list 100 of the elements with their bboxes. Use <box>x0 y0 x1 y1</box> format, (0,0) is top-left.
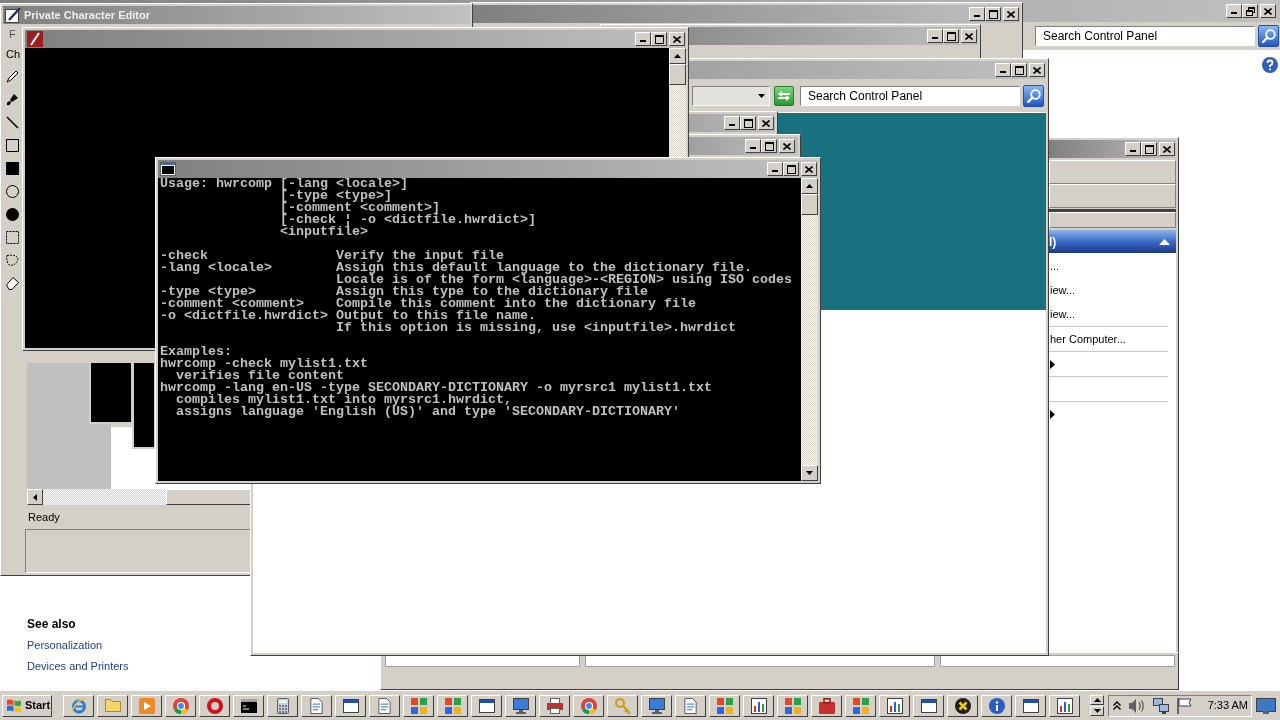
menu-item[interactable]: her Computer... <box>1049 327 1176 351</box>
scrollbar[interactable] <box>27 489 252 505</box>
scroll-up-button[interactable] <box>669 48 686 64</box>
taskbar-button[interactable] <box>845 694 876 717</box>
taskbar-button[interactable] <box>641 694 672 717</box>
taskbar-button[interactable] <box>335 694 366 717</box>
maximize-button[interactable] <box>1141 142 1157 156</box>
scroll-up-button[interactable] <box>801 178 818 194</box>
minimize-button[interactable] <box>767 162 783 176</box>
taskbar-button[interactable] <box>675 694 706 717</box>
panel-header[interactable]: l) <box>1049 230 1176 253</box>
search-field[interactable]: Search Control Panel <box>800 85 1020 106</box>
taskbar-button[interactable] <box>947 694 978 717</box>
close-button[interactable] <box>801 162 817 176</box>
taskbar-button[interactable] <box>879 694 910 717</box>
scroll-left-button[interactable] <box>27 489 43 505</box>
scroll-down-button[interactable] <box>1090 706 1104 716</box>
minimize-button[interactable] <box>635 32 651 46</box>
close-button[interactable] <box>1029 63 1045 77</box>
search-field[interactable]: Search Control Panel <box>1035 26 1255 46</box>
brush-icon[interactable] <box>6 93 19 106</box>
flag-icon[interactable] <box>1177 697 1192 714</box>
taskbar-button[interactable] <box>709 694 740 717</box>
minimize-button[interactable] <box>969 7 985 21</box>
taskbar-button[interactable] <box>1015 694 1046 717</box>
start-button[interactable]: Start <box>2 694 52 717</box>
close-button[interactable] <box>1260 4 1276 18</box>
taskbar-button[interactable] <box>1049 694 1080 717</box>
close-button[interactable] <box>758 116 774 130</box>
close-button[interactable] <box>961 29 977 43</box>
taskbar-button[interactable] <box>607 694 638 717</box>
maximize-button[interactable] <box>1011 63 1027 77</box>
minimize-button[interactable] <box>745 139 761 153</box>
taskbar-button[interactable] <box>233 694 264 717</box>
menu-item[interactable]: iew... <box>1049 278 1176 302</box>
address-field[interactable] <box>692 85 770 106</box>
network-icon[interactable] <box>1153 697 1169 714</box>
scroll-up-button[interactable] <box>1090 695 1104 705</box>
scroll-thumb[interactable] <box>801 194 818 215</box>
taskbar-button[interactable] <box>913 694 944 717</box>
maximize-button[interactable] <box>740 116 756 130</box>
minimize-button[interactable] <box>1226 4 1242 18</box>
desktop-icon[interactable] <box>1256 697 1276 714</box>
filled-ellipse-icon[interactable] <box>6 208 19 221</box>
taskbar-button[interactable] <box>97 694 128 717</box>
play-icon <box>138 697 155 714</box>
taskbar-button[interactable] <box>573 694 604 717</box>
close-button[interactable] <box>669 32 685 46</box>
ellipse-icon[interactable] <box>6 185 19 198</box>
restore-button[interactable] <box>1242 4 1258 18</box>
lasso-icon[interactable] <box>6 254 19 267</box>
scroll-down-button[interactable] <box>801 465 818 481</box>
taskbar-button[interactable] <box>539 694 570 717</box>
taskbar-button[interactable] <box>165 694 196 717</box>
help-icon[interactable] <box>1262 57 1278 73</box>
search-button[interactable] <box>1023 84 1044 107</box>
menu-item[interactable]: ... <box>1049 254 1176 278</box>
taskbar-button[interactable] <box>131 694 162 717</box>
search-button[interactable] <box>1258 25 1279 47</box>
taskbar-button[interactable] <box>471 694 502 717</box>
maximize-button[interactable] <box>985 7 1001 21</box>
menu-item[interactable]: F <box>9 25 16 43</box>
chevron-icon[interactable] <box>1113 701 1121 710</box>
maximize-button[interactable] <box>943 29 959 43</box>
eraser-icon[interactable] <box>6 277 19 290</box>
minimize-button[interactable] <box>724 116 740 130</box>
minimize-button[interactable] <box>995 63 1011 77</box>
close-icon <box>805 165 813 173</box>
taskbar-button[interactable] <box>777 694 808 717</box>
taskbar-button[interactable] <box>267 694 298 717</box>
line-icon[interactable] <box>6 116 19 129</box>
close-button[interactable] <box>779 139 795 153</box>
taskbar-button[interactable] <box>63 694 94 717</box>
selection-icon[interactable] <box>6 231 19 244</box>
taskbar-button[interactable] <box>811 694 842 717</box>
maximize-button[interactable] <box>783 162 799 176</box>
taskbar-button[interactable] <box>199 694 230 717</box>
taskbar-button[interactable] <box>743 694 774 717</box>
taskbar-button[interactable] <box>403 694 434 717</box>
scroll-thumb[interactable] <box>669 64 686 85</box>
scroll-thumb[interactable] <box>166 489 252 505</box>
minimize-button[interactable] <box>927 29 943 43</box>
scrollbar[interactable] <box>801 178 818 481</box>
taskbar-button[interactable] <box>301 694 332 717</box>
minimize-button[interactable] <box>1125 142 1141 156</box>
menu-item[interactable]: iew... <box>1049 302 1176 326</box>
speaker-icon[interactable] <box>1129 697 1145 714</box>
taskbar-button[interactable] <box>369 694 400 717</box>
refresh-button[interactable] <box>774 85 794 106</box>
link[interactable]: Personalization <box>27 638 103 653</box>
taskbar-button[interactable] <box>437 694 468 717</box>
rectangle-icon[interactable] <box>6 139 19 152</box>
close-button[interactable] <box>1159 142 1175 156</box>
maximize-button[interactable] <box>761 139 777 153</box>
link[interactable]: Devices and Printers <box>27 659 129 674</box>
taskbar-button[interactable] <box>505 694 536 717</box>
close-button[interactable] <box>1003 7 1019 21</box>
pencil-icon[interactable] <box>6 70 19 83</box>
maximize-button[interactable] <box>651 32 667 46</box>
taskbar-button[interactable] <box>981 694 1012 717</box>
